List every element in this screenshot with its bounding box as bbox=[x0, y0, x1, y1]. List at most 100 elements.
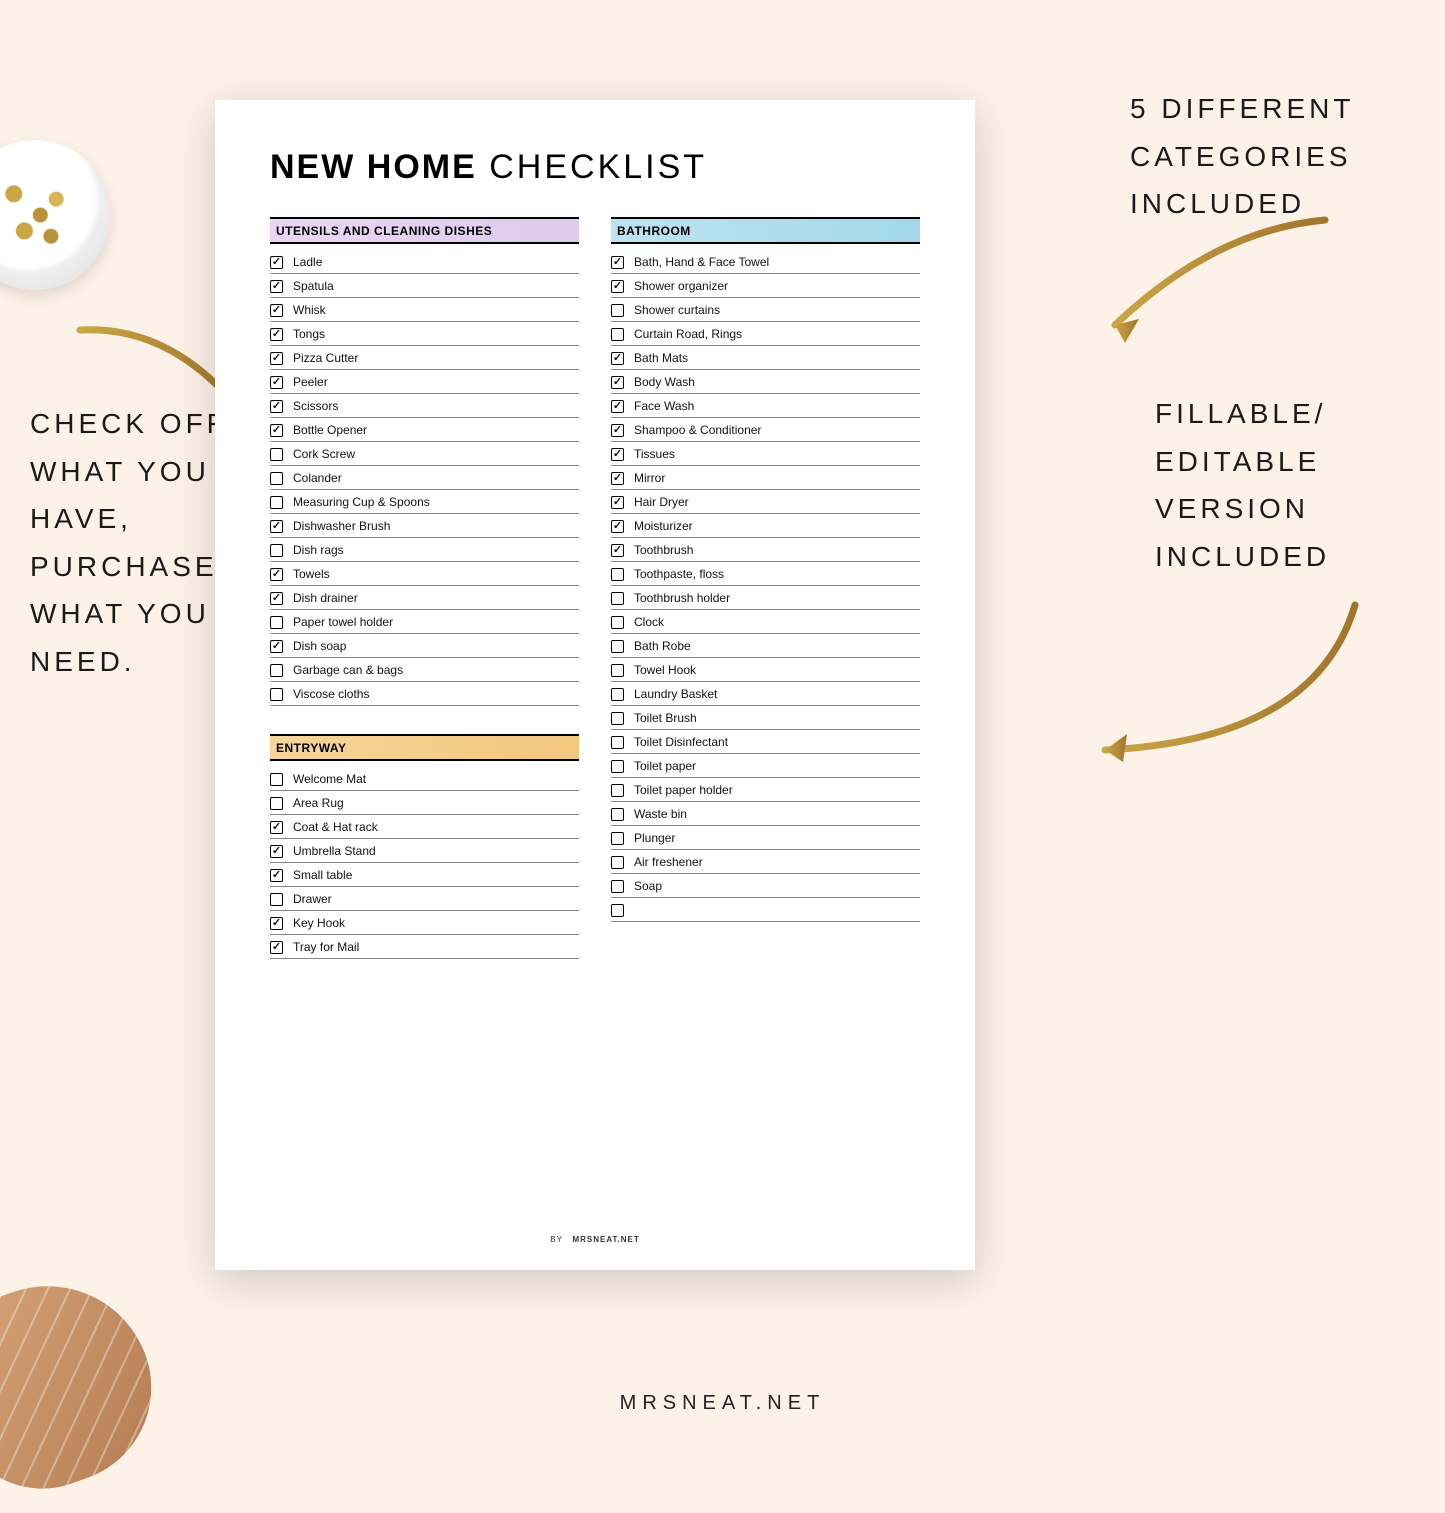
checkbox[interactable] bbox=[270, 797, 283, 810]
checkbox[interactable] bbox=[270, 520, 283, 533]
item-label: Coat & Hat rack bbox=[293, 820, 378, 834]
list-item: Scissors bbox=[270, 394, 579, 418]
checkbox[interactable] bbox=[270, 568, 283, 581]
checkbox[interactable] bbox=[611, 304, 624, 317]
items-bathroom: Bath, Hand & Face TowelShower organizerS… bbox=[611, 250, 920, 922]
checkbox[interactable] bbox=[270, 400, 283, 413]
checkbox[interactable] bbox=[270, 616, 283, 629]
checkbox[interactable] bbox=[611, 640, 624, 653]
checkbox[interactable] bbox=[611, 784, 624, 797]
item-label: Toilet paper holder bbox=[634, 783, 733, 797]
item-label: Measuring Cup & Spoons bbox=[293, 495, 430, 509]
checkbox[interactable] bbox=[270, 496, 283, 509]
checkbox[interactable] bbox=[611, 904, 624, 917]
checkbox[interactable] bbox=[270, 893, 283, 906]
list-item: Toothbrush bbox=[611, 538, 920, 562]
checkbox[interactable] bbox=[611, 832, 624, 845]
list-item: Plunger bbox=[611, 826, 920, 850]
checkbox[interactable] bbox=[611, 856, 624, 869]
checkbox[interactable] bbox=[611, 352, 624, 365]
checkbox[interactable] bbox=[611, 808, 624, 821]
list-item: Toothbrush holder bbox=[611, 586, 920, 610]
checkbox[interactable] bbox=[270, 773, 283, 786]
checkbox[interactable] bbox=[611, 544, 624, 557]
list-item: Small table bbox=[270, 863, 579, 887]
item-label: Laundry Basket bbox=[634, 687, 717, 701]
item-label: Colander bbox=[293, 471, 342, 485]
checkbox[interactable] bbox=[270, 328, 283, 341]
checkbox[interactable] bbox=[270, 941, 283, 954]
checkbox[interactable] bbox=[611, 880, 624, 893]
list-item: Mirror bbox=[611, 466, 920, 490]
checkbox[interactable] bbox=[270, 280, 283, 293]
checkbox[interactable] bbox=[611, 400, 624, 413]
checkbox[interactable] bbox=[611, 424, 624, 437]
checkbox[interactable] bbox=[270, 845, 283, 858]
checkbox[interactable] bbox=[611, 736, 624, 749]
checkbox[interactable] bbox=[611, 280, 624, 293]
sheet-footer: BY MRSNEAT.NET bbox=[215, 1235, 975, 1244]
checkbox[interactable] bbox=[270, 472, 283, 485]
decor-bowl bbox=[0, 140, 110, 290]
item-label: Tissues bbox=[634, 447, 675, 461]
checkbox[interactable] bbox=[270, 664, 283, 677]
checkbox[interactable] bbox=[270, 448, 283, 461]
list-item: Towel Hook bbox=[611, 658, 920, 682]
item-label: Cork Screw bbox=[293, 447, 355, 461]
item-label: Moisturizer bbox=[634, 519, 693, 533]
checkbox[interactable] bbox=[611, 472, 624, 485]
checkbox[interactable] bbox=[611, 616, 624, 629]
checkbox[interactable] bbox=[611, 496, 624, 509]
item-label: Shower organizer bbox=[634, 279, 728, 293]
checkbox[interactable] bbox=[611, 376, 624, 389]
checklist-sheet: NEW HOME CHECKLIST UTENSILS AND CLEANING… bbox=[215, 100, 975, 1270]
checkbox[interactable] bbox=[611, 256, 624, 269]
section-entryway: ENTRYWAY Welcome MatArea RugCoat & Hat r… bbox=[270, 734, 579, 959]
checkbox[interactable] bbox=[611, 592, 624, 605]
checkbox[interactable] bbox=[611, 520, 624, 533]
checkbox[interactable] bbox=[270, 376, 283, 389]
section-bathroom: BATHROOM Bath, Hand & Face TowelShower o… bbox=[611, 217, 920, 922]
list-item: Moisturizer bbox=[611, 514, 920, 538]
checkbox[interactable] bbox=[611, 328, 624, 341]
list-item: Ladle bbox=[270, 250, 579, 274]
item-label: Curtain Road, Rings bbox=[634, 327, 742, 341]
list-item: Dish soap bbox=[270, 634, 579, 658]
list-item: Spatula bbox=[270, 274, 579, 298]
list-item: Tissues bbox=[611, 442, 920, 466]
checkbox[interactable] bbox=[270, 544, 283, 557]
checkbox[interactable] bbox=[270, 640, 283, 653]
checkbox[interactable] bbox=[611, 712, 624, 725]
checkbox[interactable] bbox=[611, 688, 624, 701]
list-item: Tongs bbox=[270, 322, 579, 346]
list-item: Garbage can & bags bbox=[270, 658, 579, 682]
checkbox[interactable] bbox=[270, 424, 283, 437]
checkbox[interactable] bbox=[270, 688, 283, 701]
item-label: Face Wash bbox=[634, 399, 694, 413]
checkbox[interactable] bbox=[270, 592, 283, 605]
list-item: Dishwasher Brush bbox=[270, 514, 579, 538]
checkbox[interactable] bbox=[611, 664, 624, 677]
checkbox[interactable] bbox=[611, 448, 624, 461]
checkbox[interactable] bbox=[611, 760, 624, 773]
item-label: Area Rug bbox=[293, 796, 344, 810]
checkbox[interactable] bbox=[611, 568, 624, 581]
checkbox[interactable] bbox=[270, 352, 283, 365]
callout-right: FILLABLE/ EDITABLE VERSION INCLUDED bbox=[1155, 390, 1385, 580]
checkbox[interactable] bbox=[270, 821, 283, 834]
item-label: Dish soap bbox=[293, 639, 346, 653]
list-item: Shower curtains bbox=[611, 298, 920, 322]
list-item: Towels bbox=[270, 562, 579, 586]
item-label: Shampoo & Conditioner bbox=[634, 423, 761, 437]
item-label: Bottle Opener bbox=[293, 423, 367, 437]
list-item: Drawer bbox=[270, 887, 579, 911]
checkbox[interactable] bbox=[270, 917, 283, 930]
arrow-right-icon bbox=[1085, 600, 1365, 785]
column-right: BATHROOM Bath, Hand & Face TowelShower o… bbox=[611, 217, 920, 959]
list-item: Bath Robe bbox=[611, 634, 920, 658]
item-label: Towels bbox=[293, 567, 330, 581]
checkbox[interactable] bbox=[270, 256, 283, 269]
checkbox[interactable] bbox=[270, 304, 283, 317]
item-label: Bath Robe bbox=[634, 639, 691, 653]
checkbox[interactable] bbox=[270, 869, 283, 882]
